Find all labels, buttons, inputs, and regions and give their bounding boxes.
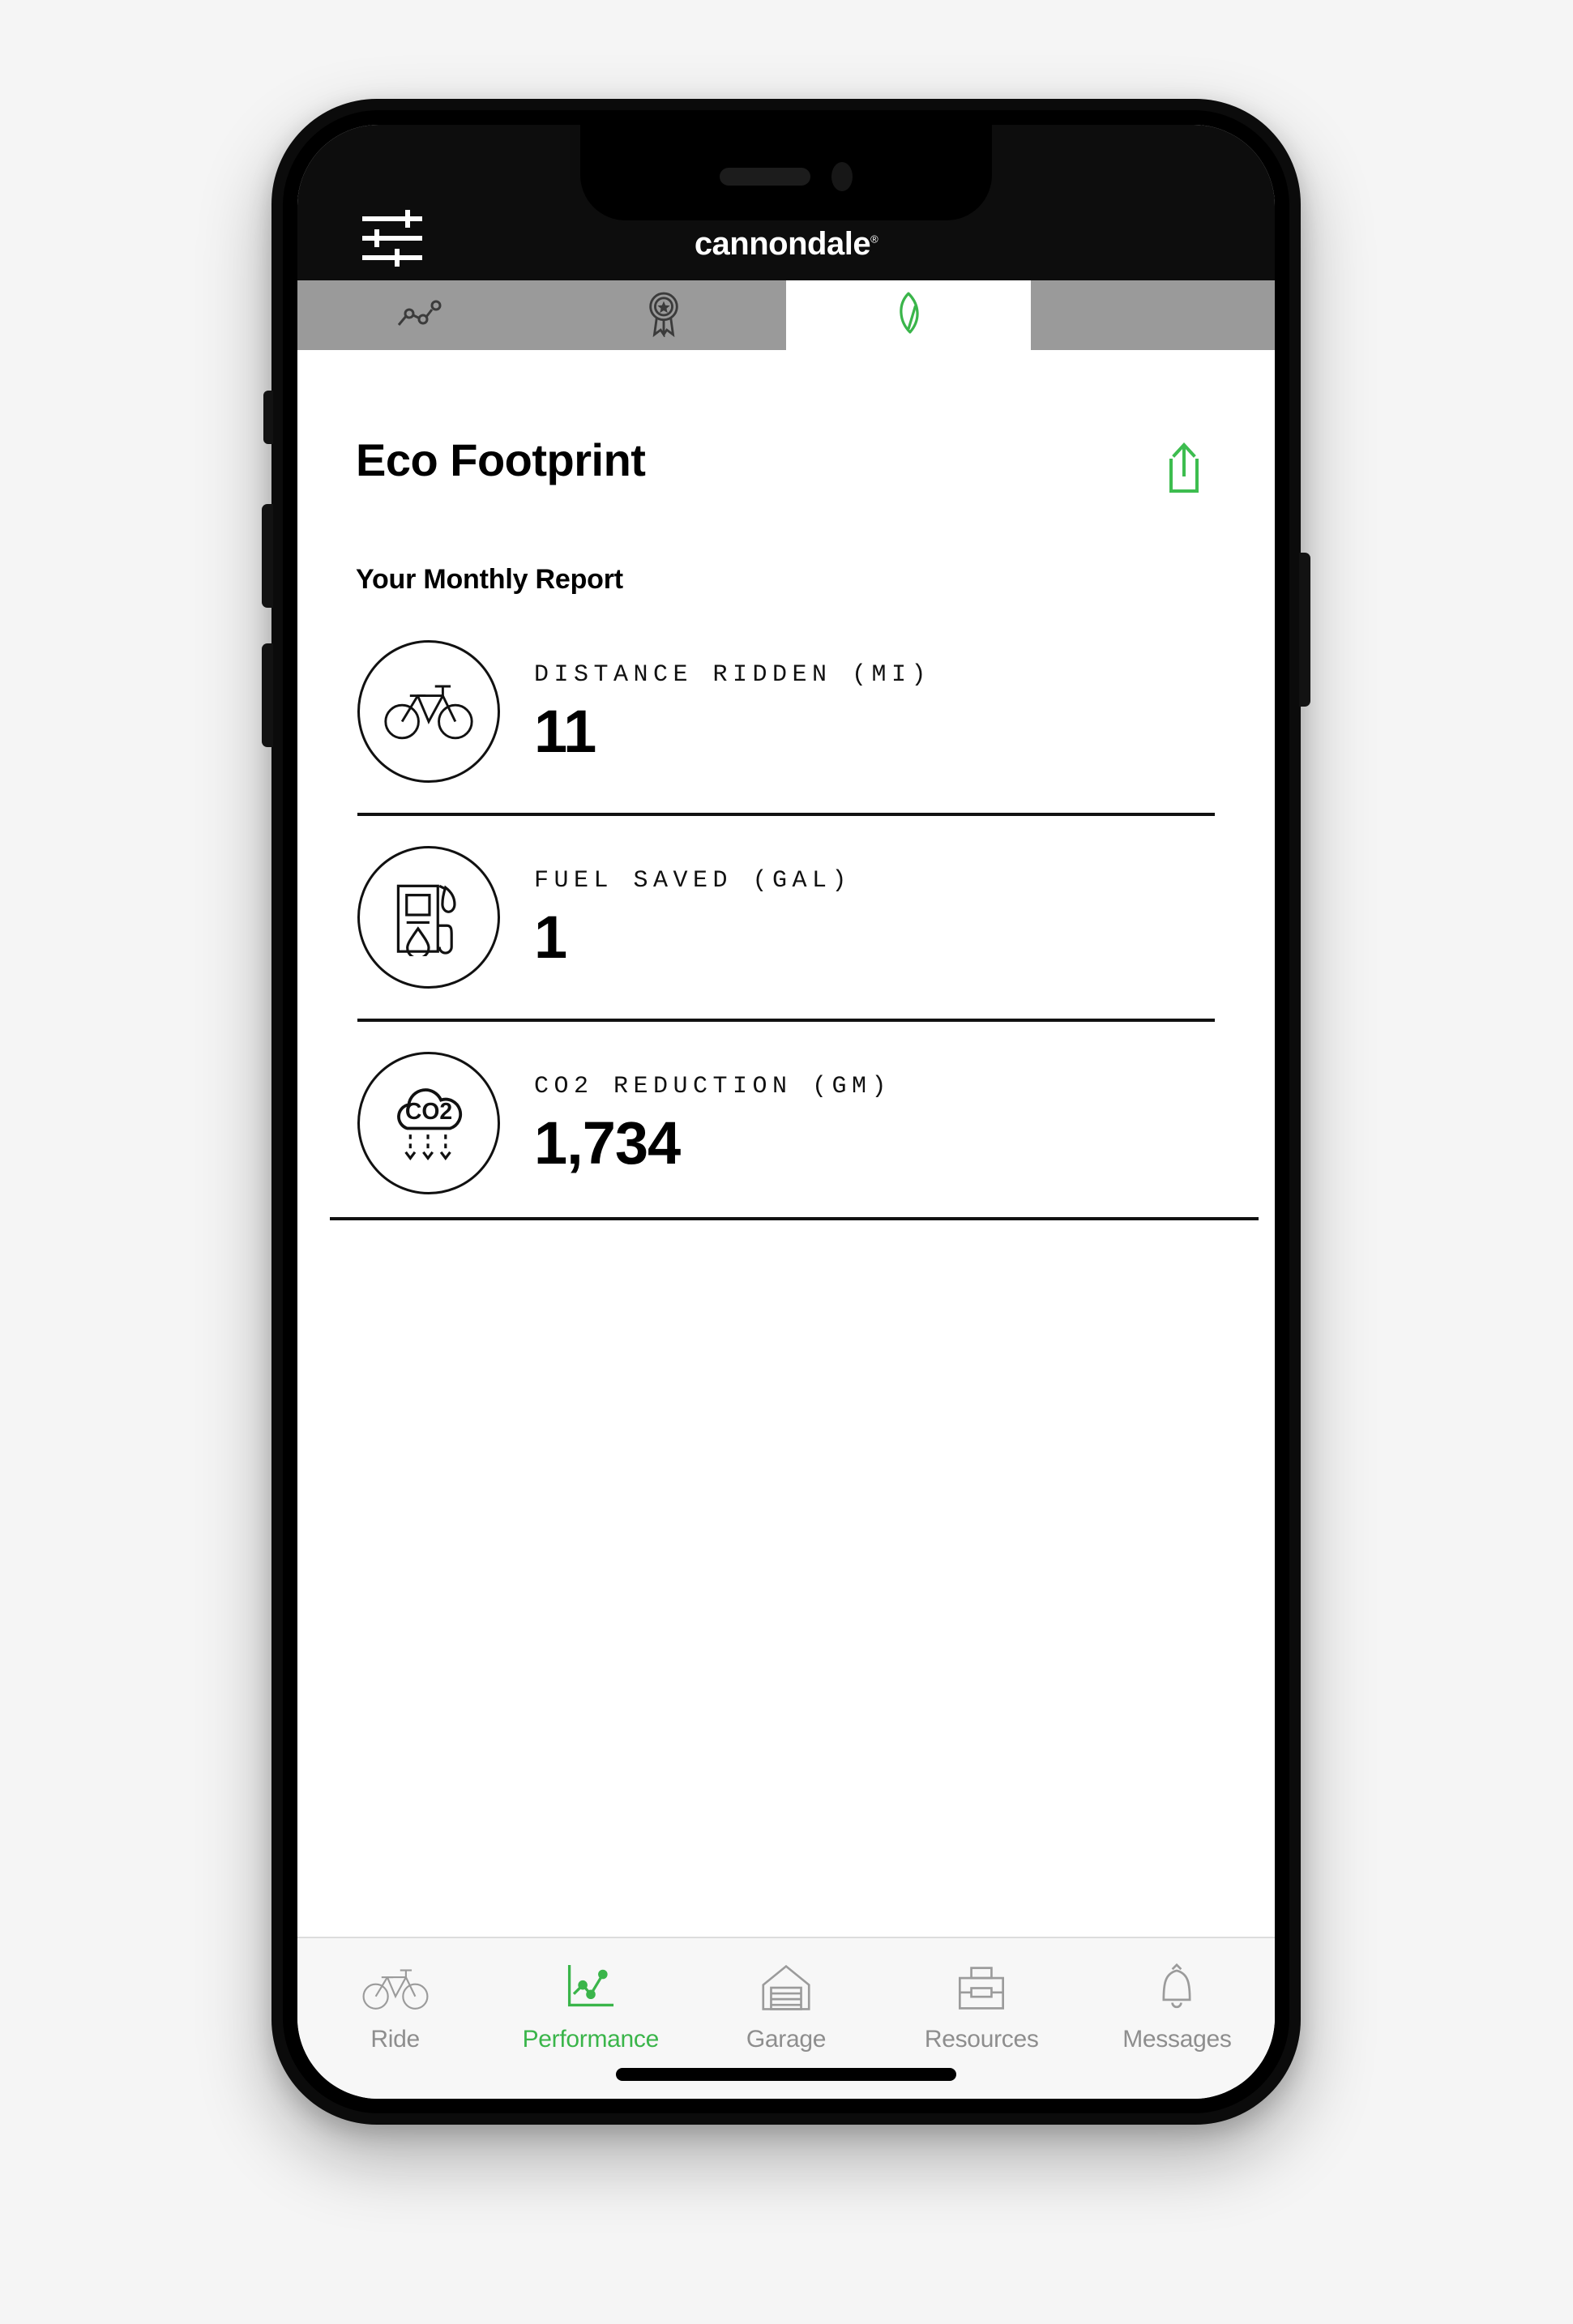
volume-up-button[interactable]: [262, 504, 273, 608]
sliders-icon[interactable]: [361, 209, 424, 267]
segment-tab-activity[interactable]: [297, 280, 542, 350]
fuel-pump-icon: [391, 875, 467, 960]
volume-down-button[interactable]: [262, 643, 273, 747]
metric-value: 1: [534, 904, 567, 971]
brand-wordmark-text: cannondale: [694, 226, 871, 262]
nav-item-messages[interactable]: Messages: [1079, 1958, 1275, 2053]
nav-label: Resources: [924, 2026, 1039, 2053]
segment-tab-eco[interactable]: [786, 280, 1031, 350]
svg-text:CO2: CO2: [405, 1099, 452, 1125]
bicycle-icon: [361, 1958, 430, 2018]
bottom-tab-bar: Ride Performance Garage Resources Messag…: [297, 1937, 1275, 2099]
nav-item-ride[interactable]: Ride: [297, 1958, 493, 2053]
phone-screen: cannondale® Eco Footprint Your Monthly R…: [297, 125, 1275, 2099]
bicycle-icon: [382, 678, 476, 745]
metric-value: 11: [534, 698, 596, 765]
metric-row: FUEL SAVED (GAL) 1: [356, 816, 1216, 1019]
metric-row: CO2 CO2 REDUCTION (GM) 1,734: [356, 1022, 1216, 1224]
page-root: cannondale® Eco Footprint Your Monthly R…: [0, 0, 1573, 2324]
nav-item-garage[interactable]: Garage: [688, 1958, 883, 2053]
segment-tab-empty[interactable]: [1030, 280, 1275, 350]
metric-value: 1,734: [534, 1109, 681, 1177]
leaf-icon: [891, 290, 925, 341]
metric-text: FUEL SAVED (GAL) 1: [534, 867, 852, 968]
segment-tab-achievements[interactable]: [541, 280, 786, 350]
content-bottom-divider: [330, 1217, 1259, 1220]
metrics-list: DISTANCE RIDDEN (MI) 11 FUEL SAVED (GAL)…: [356, 610, 1216, 1224]
nav-label: Ride: [370, 2026, 420, 2053]
co2-cloud-icon: CO2: [384, 1079, 473, 1168]
metric-label: DISTANCE RIDDEN (MI): [534, 661, 932, 689]
metric-icon-circle: CO2: [357, 1052, 500, 1194]
page-header: Eco Footprint: [356, 350, 1216, 494]
brand-trademark-symbol: ®: [870, 233, 878, 246]
section-subtitle: Your Monthly Report: [356, 564, 623, 595]
nav-label: Performance: [522, 2026, 660, 2053]
brand-wordmark: cannondale®: [695, 226, 878, 263]
chart-icon: [564, 1958, 618, 2018]
page-title: Eco Footprint: [356, 434, 646, 485]
mute-switch-button[interactable]: [263, 391, 273, 444]
metric-label: CO2 REDUCTION (GM): [534, 1073, 892, 1100]
notch: [580, 125, 992, 220]
metric-text: DISTANCE RIDDEN (MI) 11: [534, 661, 931, 762]
eco-footprint-content: Eco Footprint Your Monthly Report DISTAN…: [297, 350, 1275, 1937]
metric-row: DISTANCE RIDDEN (MI) 11: [356, 610, 1216, 813]
home-indicator[interactable]: [616, 2068, 956, 2081]
metric-icon-circle: [357, 640, 500, 783]
award-ribbon-icon: [645, 290, 682, 341]
garage-icon: [760, 1958, 812, 2018]
line-chart-icon: [395, 297, 444, 334]
toolbox-icon: [955, 1958, 1007, 2018]
nav-item-resources[interactable]: Resources: [884, 1958, 1079, 2053]
earpiece-speaker-icon: [720, 168, 810, 186]
share-button[interactable]: [1160, 442, 1208, 494]
metric-text: CO2 REDUCTION (GM) 1,734: [534, 1073, 891, 1173]
bell-icon: [1155, 1958, 1199, 2018]
segment-tab-bar: [297, 280, 1275, 350]
metric-icon-circle: [357, 846, 500, 989]
front-camera-icon: [831, 162, 853, 191]
nav-label: Garage: [746, 2026, 827, 2053]
nav-label: Messages: [1122, 2026, 1232, 2053]
power-button[interactable]: [1299, 553, 1310, 707]
phone-frame: cannondale® Eco Footprint Your Monthly R…: [262, 99, 1310, 2125]
nav-item-performance[interactable]: Performance: [493, 1958, 688, 2053]
metric-label: FUEL SAVED (GAL): [534, 867, 853, 895]
